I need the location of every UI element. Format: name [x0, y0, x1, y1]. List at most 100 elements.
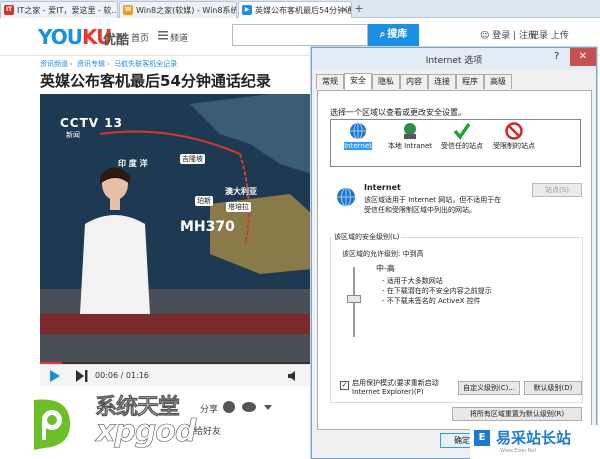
security-level-group-label: 该区域的安全级别(L) — [332, 232, 402, 242]
youku-logo-cn: 优酷 — [103, 33, 130, 48]
logo-part-1: YOU — [38, 25, 83, 49]
news-anchor-figure — [80, 167, 150, 314]
level-desc-line: - 在下载潜在的不安全内容之前提示 — [382, 287, 492, 295]
breadcrumb-separator: › — [107, 60, 110, 68]
check-icon — [453, 123, 471, 140]
eiser-site-url: Www.Eiser.Net — [500, 448, 537, 454]
video-player[interactable]: 印 度 洋 澳大利亚 吉隆坡 珀斯 塔培拉 MH370 CCTV 13 新闻 — [40, 94, 312, 364]
record-upload-text: 记录 上传 — [530, 31, 569, 41]
volume-icon[interactable] — [288, 370, 300, 382]
eiser-watermark: E 易采站长站 Www.Eiser.Net — [470, 425, 600, 459]
dialog-titlebar[interactable]: Internet 选项 ? ✕ — [312, 48, 596, 70]
default-level-button[interactable]: 默认级别(D) — [524, 381, 582, 395]
tab-security[interactable]: 安全 — [344, 73, 372, 90]
youku-favicon-icon: ▶ — [242, 5, 252, 15]
cctv-logo: CCTV 13 — [60, 116, 123, 130]
security-level-description: - 适用于大多数网站 - 在下载潜在的不安全内容之前提示 - 不下载未签名的 A… — [382, 276, 492, 306]
video-controls: 00:06 / 01:16 — [40, 364, 312, 386]
globe-icon — [350, 122, 366, 140]
zone-internet[interactable]: Internet — [335, 122, 381, 151]
tab-general[interactable]: 常规 — [316, 74, 344, 89]
weibo-icon — [223, 401, 235, 413]
user-login-links[interactable]: ☺ 登录 | 注册 — [480, 28, 537, 41]
watermark-text-line2: xpgod — [96, 414, 197, 450]
new-tab-button[interactable]: + — [353, 3, 365, 15]
map-tag-pearce: 塔培拉 — [226, 202, 251, 212]
no-entry-icon — [505, 122, 523, 140]
help-icon[interactable]: ? — [554, 51, 559, 62]
browser-tab-win8[interactable]: W Win8之家(软媒) - Win8系统下... — [119, 1, 237, 18]
globe-icon — [337, 187, 355, 207]
win8-favicon-icon: W — [123, 5, 133, 15]
level-desc-line: - 适用于大多数网站 — [382, 277, 443, 285]
video-time: 00:06 / 01:16 — [95, 371, 149, 380]
browser-tab-youku[interactable]: ▶ 英媒公布客机最后54分钟通... × — [238, 1, 352, 19]
eiser-logo-icon: E — [474, 430, 490, 446]
record-upload-links[interactable]: 记录 上传 — [530, 28, 569, 41]
tab-privacy[interactable]: 隐私 — [372, 74, 400, 89]
search-button[interactable]: ⌕ 搜库 — [368, 24, 419, 46]
zone-label: 受限制的站点 — [493, 142, 535, 150]
selected-zone-title: Internet — [364, 183, 401, 192]
zone-local-intranet[interactable]: 本地 Intranet — [387, 122, 433, 151]
search-input[interactable] — [232, 24, 368, 46]
sites-button[interactable]: 站点(S) — [532, 183, 582, 197]
ithome-favicon-icon: IT — [4, 5, 14, 15]
wechat-icon — [242, 402, 256, 412]
internet-options-dialog: Internet 选项 ? ✕ 常规 安全 隐私 内容 连接 程序 高级 选择一… — [311, 47, 597, 459]
play-icon[interactable] — [50, 370, 60, 382]
user-icon: ☺ — [480, 31, 493, 41]
tab-connections[interactable]: 连接 — [428, 74, 456, 89]
zone-trusted-sites[interactable]: 受信任的站点 — [439, 122, 485, 151]
flight-label: MH370 — [180, 219, 235, 235]
map-tag-kuala-lumpur: 吉隆坡 — [180, 154, 205, 164]
tab-label: Win8之家(软媒) - Win8系统下... — [136, 6, 236, 15]
intranet-icon — [404, 123, 416, 139]
map-label-australia: 澳大利亚 — [225, 187, 257, 196]
zone-prompt: 选择一个区域以查看或更改安全设置。 — [330, 108, 466, 117]
breadcrumb-item[interactable]: 资讯频道 — [40, 60, 68, 68]
share-to-friend[interactable]: 给好友 — [194, 424, 221, 437]
reset-all-zones-button[interactable]: 将所有区域重置为默认级别(R) — [452, 407, 582, 421]
zone-restricted-sites[interactable]: 受限制的站点 — [491, 122, 537, 151]
youku-logo[interactable]: YOUKU — [38, 25, 112, 49]
zone-label: 本地 Intranet — [387, 142, 433, 150]
browser-tab-bar: IT IT之家 - 爱IT，爱这里 - 软... W Win8之家(软媒) - … — [0, 0, 600, 19]
next-icon[interactable] — [76, 370, 88, 382]
close-tab-icon[interactable]: × — [341, 5, 348, 14]
protected-mode-checkbox[interactable]: ✓ — [340, 381, 349, 390]
studio-strip — [40, 314, 312, 334]
tab-label: 英媒公布客机最后54分钟通... — [255, 6, 352, 15]
tab-programs[interactable]: 程序 — [456, 74, 484, 89]
xpgod-watermark-logo — [34, 399, 70, 450]
custom-level-button[interactable]: 自定义级别(C)... — [458, 381, 520, 395]
breadcrumb-item[interactable]: 马航失联客机全记录 — [114, 60, 177, 68]
search-icon: ⌕ — [379, 29, 386, 40]
zone-label: 受信任的站点 — [441, 142, 483, 150]
allowed-levels-label: 该区域的允许级别: 中到高 — [342, 250, 424, 258]
share-label: 分享 — [200, 405, 219, 415]
protected-mode-label: 启用保护模式(要求重新启动 Internet Explorer)(P) — [352, 379, 439, 396]
close-icon[interactable]: ✕ — [570, 48, 596, 66]
map-tag-perth: 珀斯 — [195, 196, 213, 206]
menu-icon — [158, 31, 168, 40]
tab-advanced[interactable]: 高级 — [484, 74, 512, 89]
share-dropdown-icon — [264, 405, 272, 410]
share-icons — [223, 401, 272, 413]
tab-content[interactable]: 内容 — [400, 74, 428, 89]
zone-list: Internet 本地 Intranet 受信任的站点 受限制的站点 — [330, 119, 581, 167]
cctv-subtitle: 新闻 — [66, 131, 80, 139]
search-button-label: 搜库 — [387, 29, 408, 40]
breadcrumb-separator: › — [70, 60, 73, 68]
nav-channel-link[interactable]: 频道 — [170, 31, 188, 44]
breadcrumb-item[interactable]: 资讯专辑 — [77, 60, 105, 68]
browser-tab-ithome[interactable]: IT IT之家 - 爱IT，爱这里 - 软... — [0, 1, 118, 18]
breadcrumb: 资讯频道 › 资讯专辑 › 马航失联客机全记录 — [40, 59, 177, 69]
security-level-slider-thumb[interactable] — [347, 295, 361, 303]
level-desc-line: - 不下载未签名的 ActiveX 控件 — [382, 297, 481, 305]
security-level-name: 中-高 — [376, 264, 395, 273]
eiser-site-name: 易采站长站 — [496, 429, 572, 447]
security-tab-panel: 选择一个区域以查看或更改安全设置。 Internet 本地 Intranet 受… — [317, 90, 592, 430]
selected-zone-description: 该区域适用于 Internet 网站，但不适用于在受信任和受限制区域中列出的网站… — [364, 196, 502, 214]
nav-home-link[interactable]: 首页 — [131, 31, 149, 44]
